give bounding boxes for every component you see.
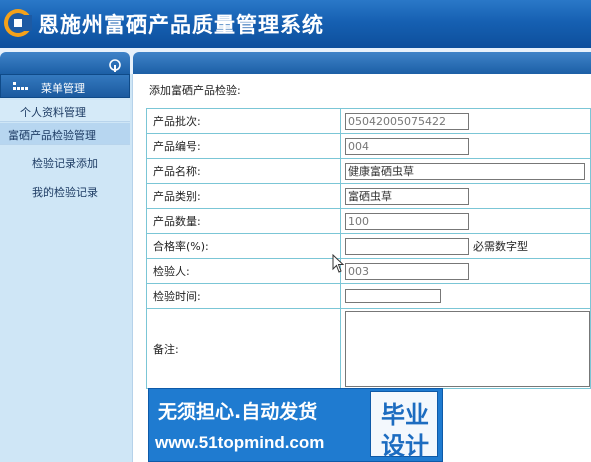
form-row-code: 产品编号: bbox=[146, 133, 591, 159]
category-label: 产品类别: bbox=[146, 183, 341, 209]
form-row-category: 产品类别: bbox=[146, 183, 591, 209]
code-field[interactable] bbox=[345, 137, 469, 155]
quantity-label: 产品数量: bbox=[146, 208, 341, 234]
category-field[interactable] bbox=[345, 187, 469, 205]
watermark-url: www.51topmind.com bbox=[155, 433, 325, 452]
watermark-slogan: 无须担心.自动发货 bbox=[158, 401, 318, 423]
remark-label: 备注: bbox=[146, 308, 341, 389]
logo-icon bbox=[4, 9, 32, 37]
code-label: 产品编号: bbox=[146, 133, 341, 159]
form-row-name: 产品名称: bbox=[146, 158, 591, 184]
sidebar: 菜单管理 个人资料管理 富硒产品检验管理 检验记录添加 我的检验记录 bbox=[0, 74, 133, 462]
sidebar-subitem-add-record[interactable]: 检验记录添加 bbox=[32, 155, 98, 171]
menu-header[interactable]: 菜单管理 bbox=[0, 74, 130, 98]
watermark-badge-line2: 设计 bbox=[381, 432, 429, 460]
app-header: 恩施州富硒产品质量管理系统 bbox=[0, 0, 591, 48]
content-top-bar bbox=[133, 52, 591, 74]
batch-field[interactable] bbox=[345, 112, 469, 130]
check-time-field[interactable] bbox=[345, 289, 441, 303]
form-row-pass-rate: 合格率(%): 必需数字型 bbox=[146, 233, 591, 259]
sidebar-subitem-my-records[interactable]: 我的检验记录 bbox=[32, 184, 98, 200]
name-field[interactable] bbox=[345, 162, 585, 180]
pass-rate-hint: 必需数字型 bbox=[473, 240, 528, 253]
toggle-knob-icon[interactable] bbox=[108, 58, 122, 72]
check-time-label: 检验时间: bbox=[146, 283, 341, 309]
form-row-batch: 产品批次: bbox=[146, 108, 591, 134]
sidebar-item-label: 富硒产品检验管理 bbox=[8, 129, 96, 142]
app-title: 恩施州富硒产品质量管理系统 bbox=[38, 13, 324, 37]
menu-grid-icon bbox=[13, 82, 28, 90]
watermark-badge: 毕业 设计 bbox=[370, 391, 438, 460]
sidebar-item-profile[interactable]: 个人资料管理 bbox=[0, 100, 130, 122]
inspection-form: 产品批次: 产品编号: 产品名称: 产品类别: 产品数量: 合格率(%): 必需… bbox=[146, 108, 591, 389]
name-label: 产品名称: bbox=[146, 158, 341, 184]
sidebar-item-inspection[interactable]: 富硒产品检验管理 bbox=[0, 123, 130, 145]
form-row-quantity: 产品数量: bbox=[146, 208, 591, 234]
mouse-pointer-icon bbox=[332, 254, 345, 273]
sidebar-item-label: 个人资料管理 bbox=[20, 106, 86, 119]
watermark-badge-line1: 毕业 bbox=[381, 401, 429, 429]
quantity-field[interactable] bbox=[345, 212, 469, 230]
pass-rate-field[interactable] bbox=[345, 237, 469, 255]
batch-label: 产品批次: bbox=[146, 108, 341, 134]
inspector-label: 检验人: bbox=[146, 258, 341, 284]
watermark-banner: 无须担心.自动发货 www.51topmind.com 毕业 设计 bbox=[148, 388, 443, 462]
pass-rate-label: 合格率(%): bbox=[146, 233, 341, 259]
inspector-field[interactable] bbox=[345, 262, 469, 280]
form-row-remark: 备注: bbox=[146, 308, 591, 389]
form-row-inspector: 检验人: bbox=[146, 258, 591, 284]
remark-field[interactable] bbox=[345, 310, 590, 387]
form-title: 添加富硒产品检验: bbox=[149, 84, 241, 97]
menu-header-label: 菜单管理 bbox=[41, 82, 85, 95]
form-row-check-time: 检验时间: bbox=[146, 283, 591, 309]
